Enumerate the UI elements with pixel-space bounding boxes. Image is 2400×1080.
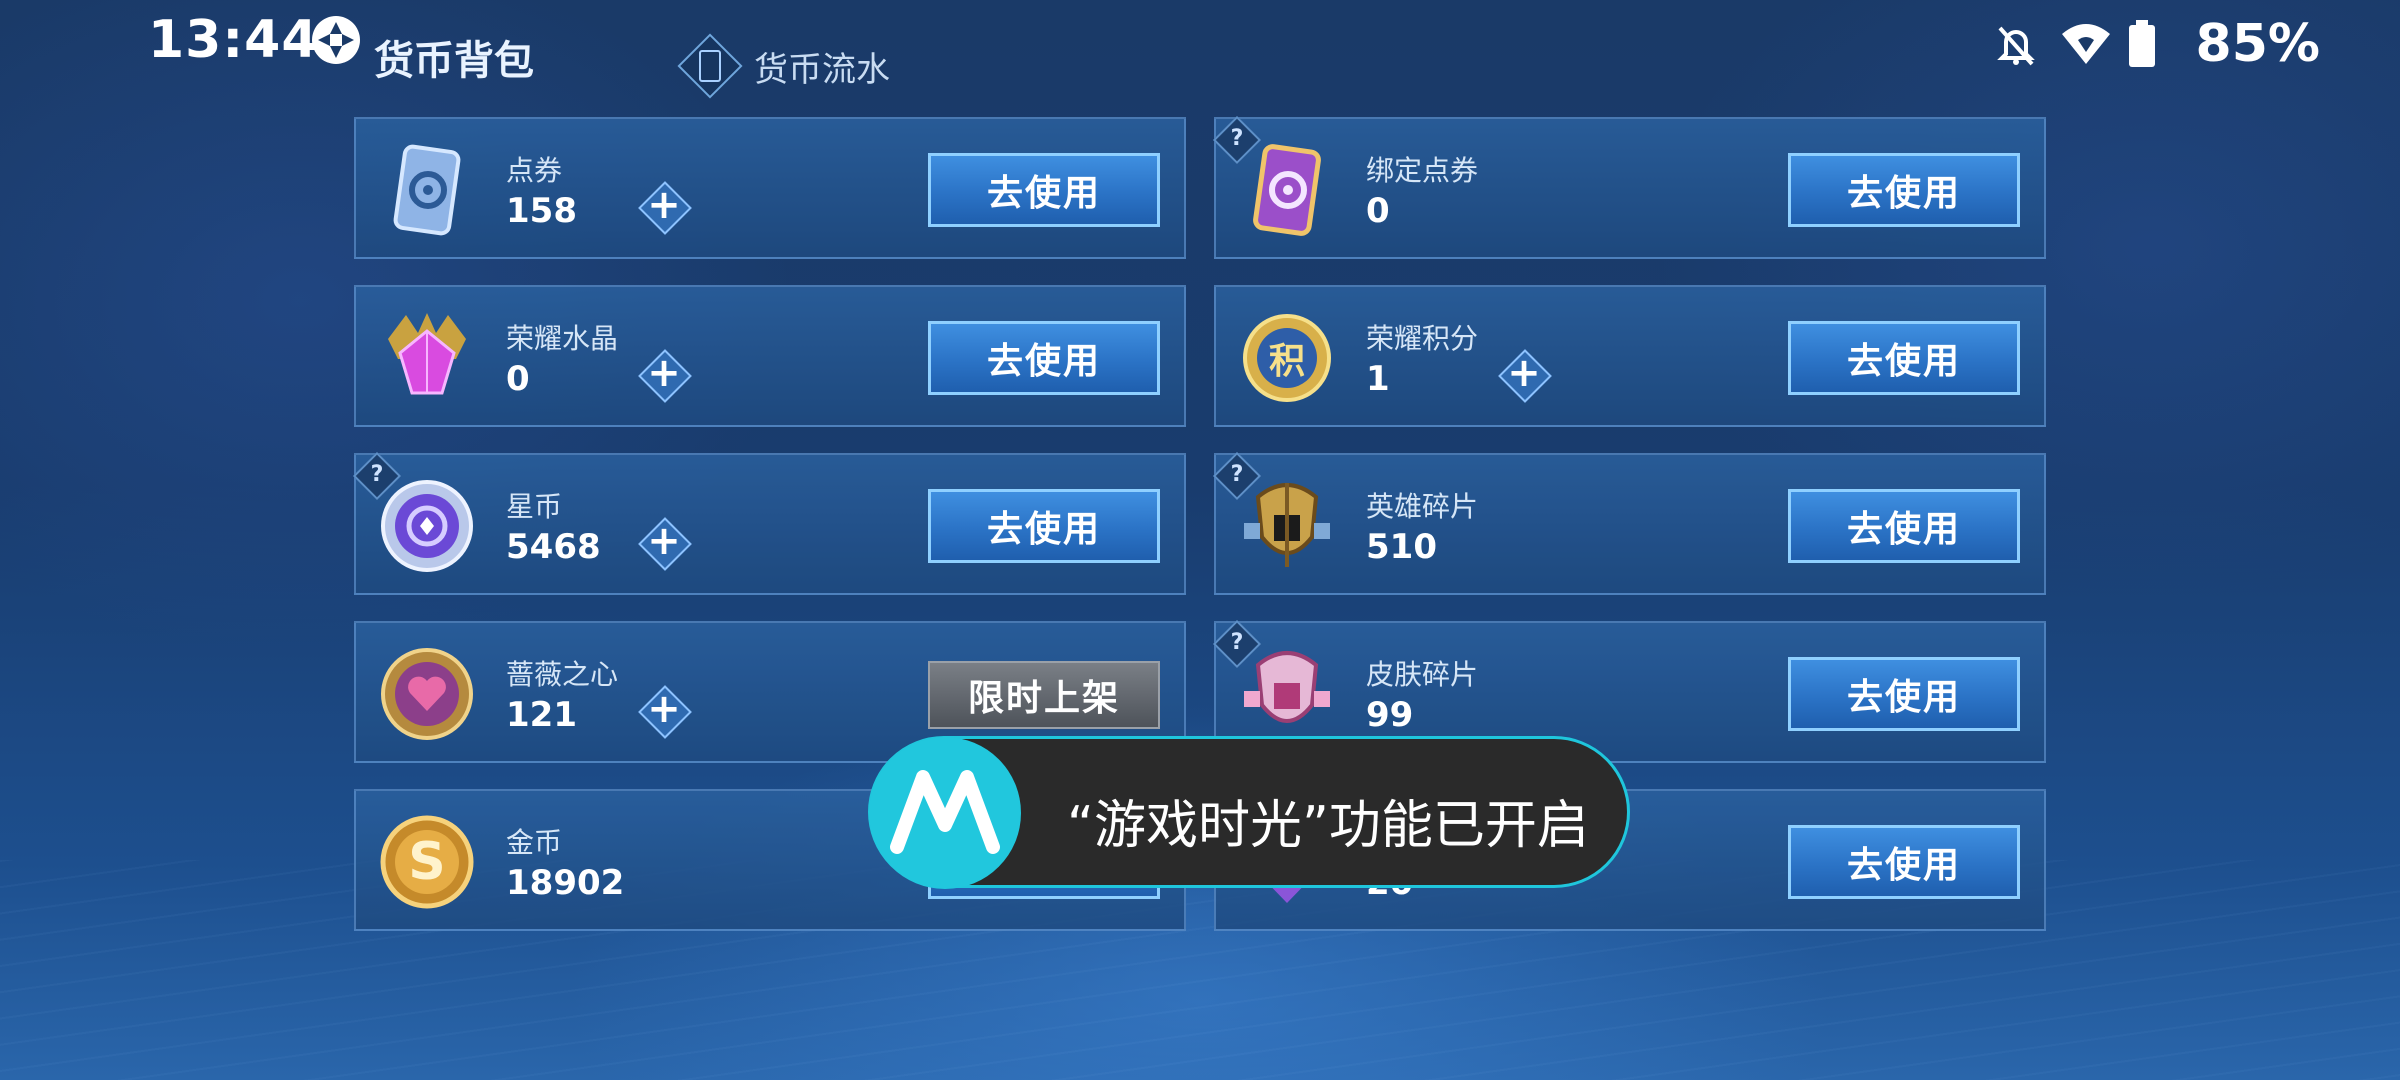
use-button[interactable]: 去使用 — [1788, 657, 2020, 731]
notifications-off-icon — [1992, 20, 2040, 68]
currency-history-icon — [677, 33, 743, 99]
use-button[interactable]: 去使用 — [928, 489, 1160, 563]
currency-amount: 510 — [1366, 527, 1437, 567]
rose-heart-icon — [378, 645, 476, 743]
currency-card-glory-points: 积 荣耀积分 1 + 去使用 — [1214, 285, 2046, 427]
currency-name: 蔷薇之心 — [506, 658, 619, 691]
currency-amount: 1 — [1366, 359, 1390, 399]
currency-card-bound-coupons: ? 绑定点券 0 去使用 — [1212, 115, 2046, 259]
currency-amount: 0 — [506, 359, 530, 399]
battery-icon — [2128, 20, 2176, 68]
currency-name: 英雄碎片 — [1366, 490, 1479, 523]
skin-fragment-icon — [1238, 645, 1336, 743]
use-button[interactable]: 去使用 — [1788, 321, 2020, 395]
use-button[interactable]: 去使用 — [1788, 153, 2020, 227]
plus-icon: + — [647, 518, 681, 564]
plus-icon: + — [647, 686, 681, 732]
bound-coupon-icon — [1238, 141, 1336, 239]
currency-amount: 99 — [1366, 695, 1414, 735]
use-button[interactable]: 去使用 — [928, 321, 1160, 395]
gold-coin-icon: S — [378, 813, 476, 911]
currency-name: 星币 — [506, 490, 563, 523]
currency-name: 点券 — [506, 154, 563, 187]
currency-name: 绑定点券 — [1366, 154, 1479, 187]
status-bar-right: 85% — [1992, 14, 2320, 74]
use-button[interactable]: 去使用 — [1788, 489, 2020, 563]
currency-name: 荣耀积分 — [1366, 322, 1479, 355]
status-time: 13:44 — [148, 10, 319, 70]
currency-name: 皮肤碎片 — [1366, 658, 1479, 691]
plus-icon: + — [647, 350, 681, 396]
limited-time-button[interactable]: 限时上架 — [928, 661, 1160, 729]
tab-currency-history[interactable]: 货币流水 — [677, 33, 890, 99]
hero-fragment-icon — [1238, 477, 1336, 575]
points-icon-text: 积 — [1268, 341, 1305, 382]
toast-message: “游戏时光”功能已开启 — [1067, 796, 1589, 856]
wifi-icon — [2060, 20, 2110, 68]
use-button[interactable]: 去使用 — [928, 153, 1160, 227]
crystal-icon — [378, 309, 476, 407]
game-mode-icon — [312, 16, 360, 64]
use-button[interactable]: 去使用 — [1788, 825, 2020, 899]
currency-card-star-coins: ? 星币 5468 + 去使用 — [352, 451, 1186, 595]
currency-amount: 18902 — [506, 863, 625, 903]
coupon-icon — [378, 141, 476, 239]
currency-amount: 158 — [506, 191, 577, 231]
tab-currency-history-label: 货币流水 — [754, 49, 890, 90]
game-time-toast: “游戏时光”功能已开启 — [868, 736, 1630, 889]
page-title: 货币背包 — [374, 38, 534, 84]
currency-amount: 121 — [506, 695, 577, 735]
currency-amount: 5468 — [506, 527, 601, 567]
currency-card-hero-fragments: ? 英雄碎片 510 去使用 — [1212, 451, 2046, 595]
plus-icon: + — [647, 182, 681, 228]
currency-name: 金币 — [506, 826, 563, 859]
plus-icon: + — [1507, 350, 1541, 396]
gold-coin-icon-text: S — [408, 832, 446, 892]
points-icon: 积 — [1238, 309, 1336, 407]
star-coin-icon — [378, 477, 476, 575]
battery-percent: 85% — [2195, 14, 2320, 74]
currency-card-coupons: 点券 158 + 去使用 — [354, 117, 1186, 259]
currency-amount: 0 — [1366, 191, 1390, 231]
currency-name: 荣耀水晶 — [506, 322, 619, 355]
motorola-logo-icon — [869, 737, 1021, 889]
currency-card-glory-crystal: 荣耀水晶 0 + 去使用 — [354, 285, 1186, 427]
